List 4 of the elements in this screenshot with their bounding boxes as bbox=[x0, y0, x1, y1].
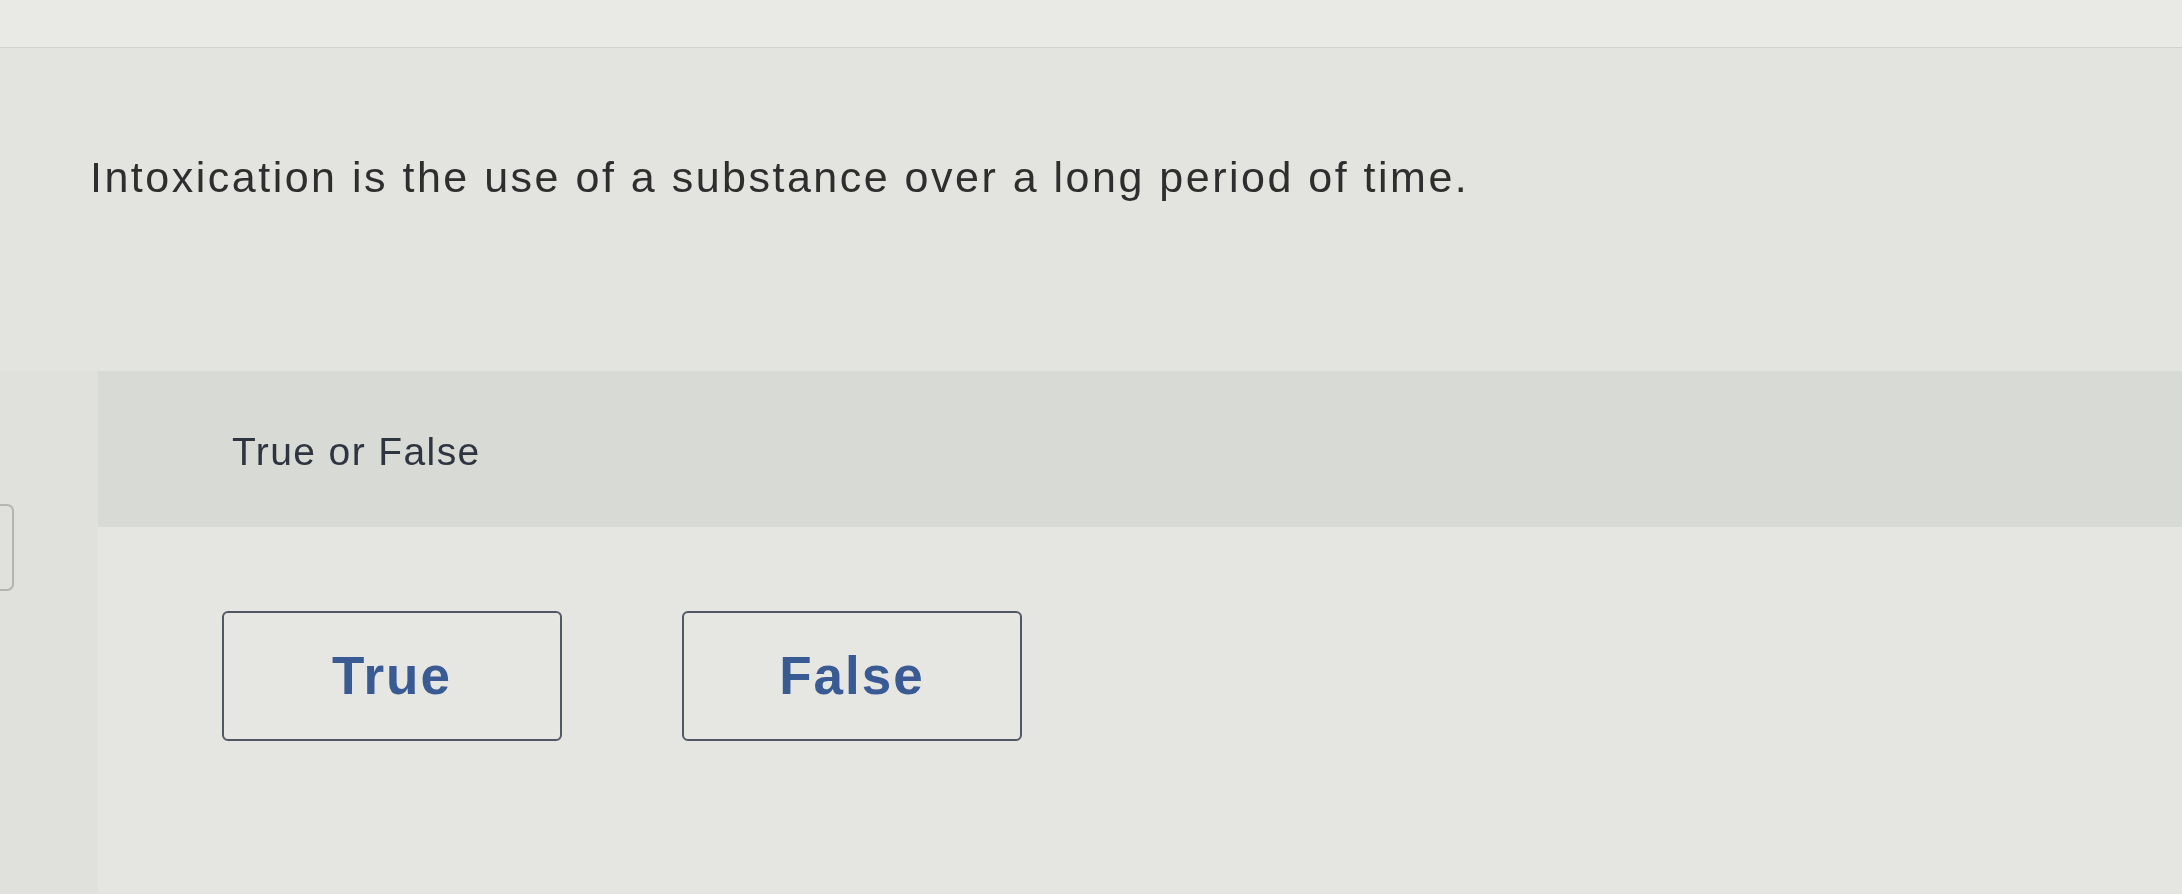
answer-option[interactable]: True bbox=[222, 611, 562, 741]
question-type-label: True or False bbox=[232, 430, 481, 473]
answer-option[interactable]: False bbox=[682, 611, 1022, 741]
question-text: Intoxication is the use of a substance over a long period of time. bbox=[90, 152, 1470, 202]
